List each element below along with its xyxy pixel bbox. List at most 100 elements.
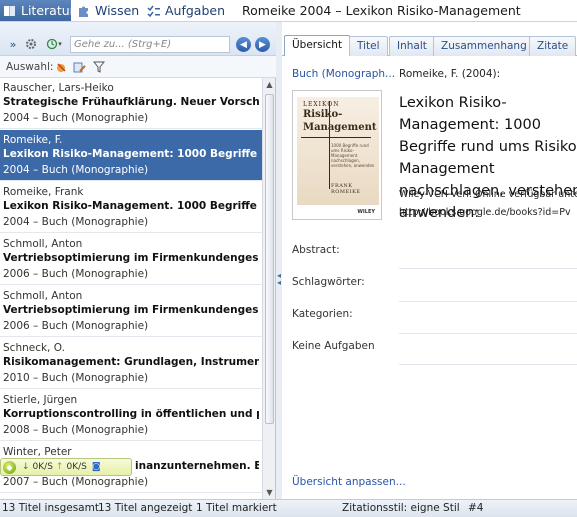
list-item[interactable]: Schneck, O. Risikomanagement: Grundlagen… [0, 338, 262, 389]
record-year-type: 2006 – Buch (Monographie) [3, 320, 149, 332]
record-author: Schneck, O. [3, 342, 65, 354]
field-divider [399, 268, 577, 269]
speed-ball-icon: ◆ [3, 460, 16, 474]
tab-zusammenhang[interactable]: Zusammenhang [433, 36, 535, 56]
filter-bar: Auswahl: [0, 56, 276, 78]
tab-label: Literatur [21, 3, 75, 18]
window-title: Romeike 2004 – Lexikon Risiko-Management [242, 3, 521, 18]
record-author: Schmoll, Anton [3, 238, 83, 250]
record-year-type: 2004 – Buch (Monographie) [3, 112, 149, 124]
record-title: Lexikon Risiko-Management: 1000 Begriffe… [3, 148, 259, 160]
record-year-type: 2004 – Buch (Monographie) [3, 216, 149, 228]
record-author: Romeike, Frank [3, 186, 84, 198]
search-toolbar: » ▾ Gehe zu... (Strg+E) ◀ ▶ [0, 22, 276, 56]
status-citation-style[interactable]: Zitationsstil: eigne Stil [342, 502, 460, 514]
network-speed-widget[interactable]: ◆ ↓ 0K/S ↑ 0K/S ◙ [0, 458, 132, 476]
upload-arrow-icon: ↑ [55, 462, 64, 472]
gear-icon[interactable] [24, 37, 38, 51]
cover-rule [301, 137, 371, 138]
list-scrollbar[interactable]: ▲ ▼ [262, 78, 275, 499]
cover-title-line: LEXIKON [303, 101, 340, 108]
book-cover-image: LEXIKON Risiko- Management 1000 Begriffe… [292, 90, 382, 220]
field-divider [399, 301, 577, 302]
expand-icon[interactable]: » [6, 37, 20, 51]
tab-uebersicht[interactable]: Übersicht [284, 35, 351, 56]
type-link[interactable]: Buch (Monograph... [292, 68, 395, 80]
puzzle-icon [77, 3, 91, 18]
record-title: Risikomanagement: Grundlagen, Instrument… [3, 356, 259, 368]
record-author: Schmoll, Anton [3, 290, 83, 302]
keywords-label: Schlagwörter: [292, 276, 365, 288]
checklist-icon [147, 3, 161, 18]
cover-author: FRANK ROMEIKE [331, 183, 361, 195]
record-title: Vertriebsoptimierung im Firmenkundengesc… [3, 304, 259, 316]
record-year-type: 2010 – Buch (Monographie) [3, 372, 149, 384]
cover-publisher: WILEY [357, 209, 375, 215]
record-year-type: 2004 – Buch (Monographie) [3, 164, 149, 176]
citation-author: Romeike, F. (2004): [399, 68, 501, 80]
detail-tab-bar: Übersicht Titel Inhalt Zusammenhang Zita… [282, 34, 577, 56]
download-speed: 0K/S [32, 462, 53, 472]
tasks-label: Keine Aufgaben [292, 340, 375, 352]
tab-wissen[interactable]: Wissen [74, 0, 142, 21]
cover-title-line: Management [303, 122, 377, 133]
citation-publisher-line: Wiley-VCH-Verl. Online verfügbar unter [399, 189, 577, 200]
tab-titel[interactable]: Titel [349, 36, 388, 56]
status-shown: 13 Titel angezeigt [98, 502, 193, 514]
cover-subtitle: 1000 Begriffe rund ums Risiko-Management… [331, 143, 375, 168]
list-item[interactable]: Schmoll, Anton Vertriebsoptimierung im F… [0, 286, 262, 337]
scroll-down-icon[interactable]: ▼ [263, 486, 276, 499]
record-author: Romeike, F. [3, 134, 63, 146]
tab-literatur[interactable]: Literatur [0, 0, 75, 21]
forward-arrow-icon[interactable]: ▶ [255, 37, 270, 52]
detail-pane: Übersicht Titel Inhalt Zusammenhang Zita… [282, 22, 577, 499]
search-input[interactable]: Gehe zu... (Strg+E) [70, 36, 230, 53]
status-total: 13 Titel insgesamt [2, 502, 99, 514]
tab-label: Aufgaben [165, 3, 226, 18]
download-arrow-icon: ↓ [22, 462, 30, 472]
list-item-selected[interactable]: Romeike, F. Lexikon Risiko-Management: 1… [0, 130, 262, 181]
filter-label: Auswahl: [6, 61, 54, 73]
record-author: Rauscher, Lars-Heiko [3, 82, 114, 94]
citation-url[interactable]: http://books.google.de/books?id=Pv [399, 204, 577, 222]
citation-publisher: Wiley-VCH-Verl. Online verfügbar unter h… [399, 186, 577, 222]
top-tab-bar: Literatur Wissen Aufgaben Romeike 2004 –… [0, 0, 577, 22]
field-divider [399, 364, 577, 365]
tab-label: Wissen [95, 3, 140, 18]
record-year-type: 2007 – Buch (Monographie) [3, 476, 149, 488]
filter-edit-icon[interactable] [72, 60, 86, 74]
scroll-thumb[interactable] [265, 94, 274, 424]
filter-select-icon[interactable] [54, 60, 68, 74]
categories-label: Kategorien: [292, 308, 353, 320]
record-author: Stierle, Jürgen [3, 394, 78, 406]
field-divider [399, 333, 577, 334]
tab-aufgaben[interactable]: Aufgaben [144, 0, 226, 21]
record-year-type: 2006 – Buch (Monographie) [3, 268, 149, 280]
record-title: Vertriebsoptimierung im Firmenkundengesc… [3, 252, 259, 264]
tab-inhalt[interactable]: Inhalt [389, 36, 435, 56]
title-list-pane: » ▾ Gehe zu... (Strg+E) ◀ ▶ Auswahl: Rau… [0, 22, 276, 499]
overview-panel: Buch (Monograph... LEXIKON Risiko- Manag… [282, 56, 577, 499]
record-title: Lexikon Risiko-Management. 1000 Begriffe… [3, 200, 259, 212]
list-item[interactable]: Rauscher, Lars-Heiko Strategische Frühau… [0, 78, 262, 129]
back-arrow-icon[interactable]: ◀ [236, 37, 251, 52]
funnel-icon[interactable] [92, 60, 106, 74]
widget-app-icon: ◙ [91, 462, 101, 472]
list-item[interactable]: Stierle, Jürgen Korruptionscontrolling i… [0, 390, 262, 441]
status-marked: 1 Titel markiert [196, 502, 277, 514]
scroll-up-icon[interactable]: ▲ [263, 78, 276, 91]
title-list: Rauscher, Lars-Heiko Strategische Frühau… [0, 78, 262, 499]
tab-zitate[interactable]: Zitate [529, 36, 577, 56]
status-number: #4 [468, 502, 484, 514]
record-title: Strategische Frühaufklärung. Neuer Vorsc… [3, 96, 259, 108]
list-item[interactable]: Schmoll, Anton Vertriebsoptimierung im F… [0, 234, 262, 285]
citation-block: Romeike, F. (2004): Lexikon Risiko-Manag… [399, 68, 577, 221]
list-item[interactable]: Romeike, Frank Lexikon Risiko-Management… [0, 182, 262, 233]
book-icon [3, 3, 17, 18]
customize-overview-link[interactable]: Übersicht anpassen... [292, 476, 406, 488]
cover-title-line: Risiko- [303, 109, 343, 120]
status-bar: 13 Titel insgesamt 13 Titel angezeigt 1 … [0, 499, 577, 517]
record-year-type: 2008 – Buch (Monographie) [3, 424, 149, 436]
history-icon[interactable]: ▾ [42, 37, 66, 51]
upload-speed: 0K/S [66, 462, 87, 472]
